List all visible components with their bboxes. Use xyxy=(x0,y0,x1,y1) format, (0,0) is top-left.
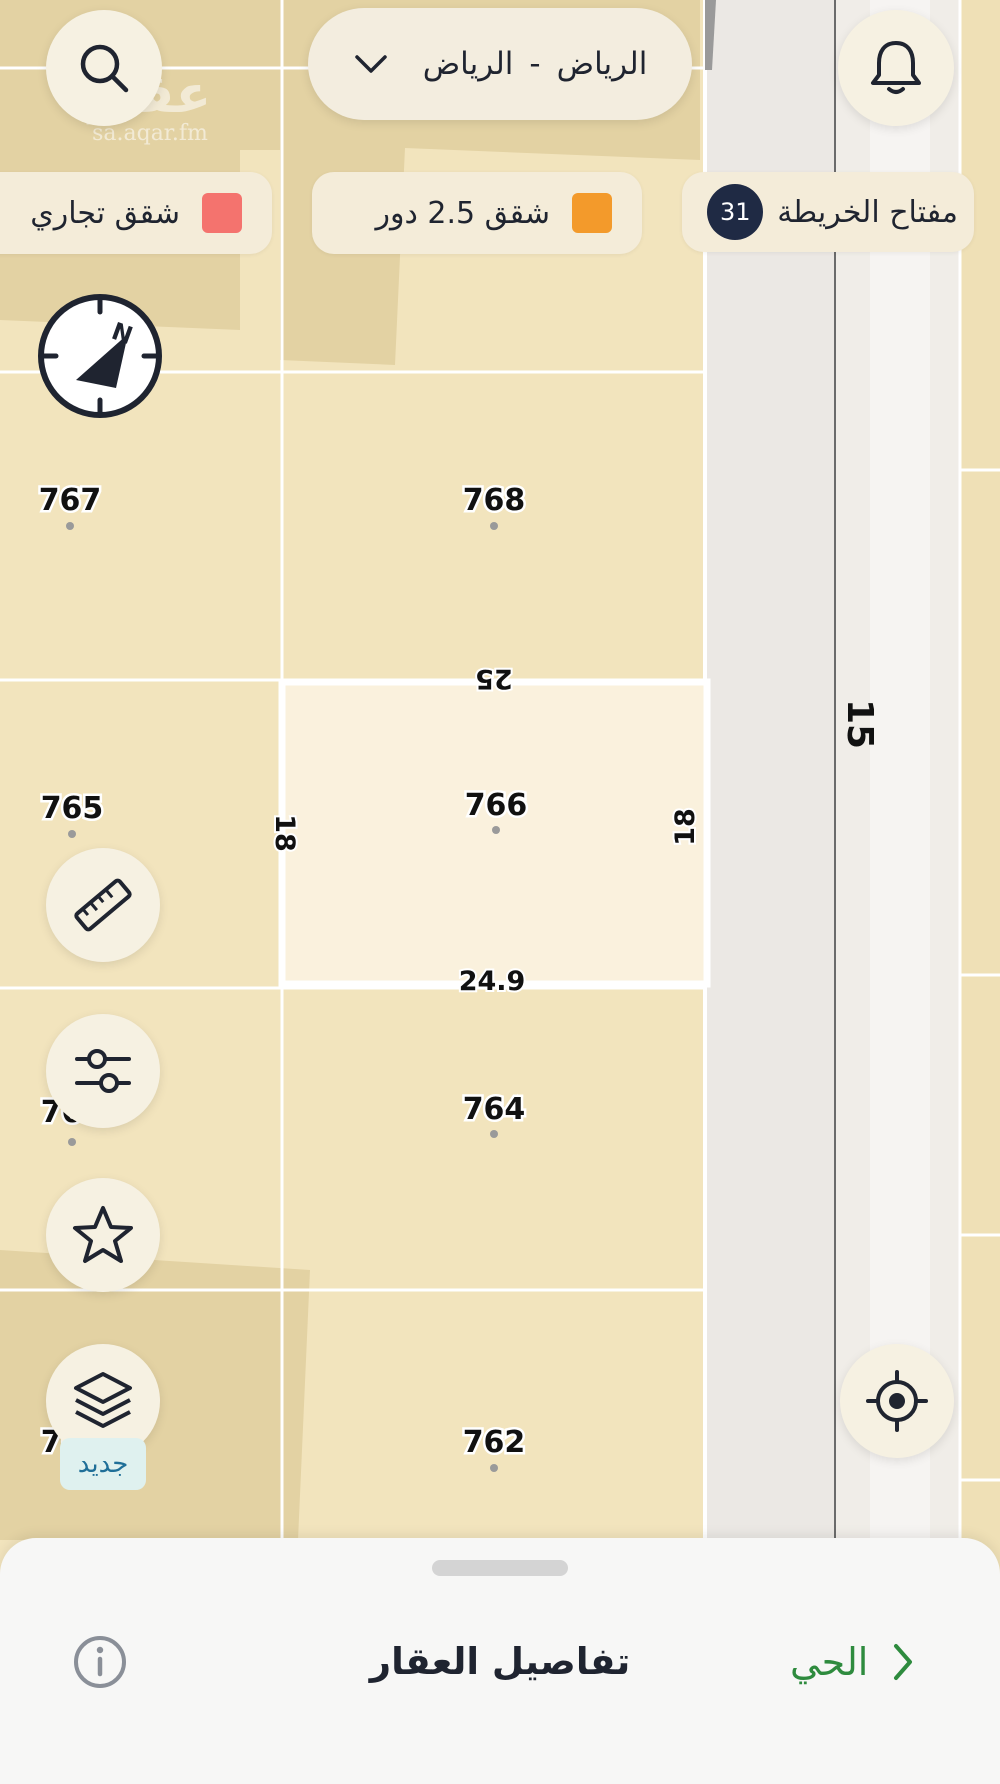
map-key-chip[interactable]: مفتاح الخريطة 31 xyxy=(682,172,974,252)
info-button[interactable] xyxy=(72,1634,128,1690)
location-region: الرياض xyxy=(422,46,514,82)
locate-me-button[interactable] xyxy=(840,1344,954,1458)
ruler-icon xyxy=(74,878,132,932)
sheet-title: تفاصيل العقار xyxy=(369,1640,631,1683)
plot-label-766: 766 xyxy=(465,788,528,823)
compass-icon: N xyxy=(38,294,162,418)
new-badge: جديد xyxy=(60,1438,146,1490)
bell-icon xyxy=(871,41,921,94)
legend-swatch xyxy=(202,193,242,233)
dim-top: 25 xyxy=(475,663,513,694)
sliders-icon xyxy=(75,1049,131,1093)
property-details-sheet[interactable]: تفاصيل العقار الحي xyxy=(0,1538,1000,1784)
search-button[interactable] xyxy=(46,10,162,126)
dim-right: 18 xyxy=(670,808,701,846)
location-city: الرياض xyxy=(556,46,648,82)
plot-label-765: 765 xyxy=(41,791,104,826)
legend-chip-commercial[interactable]: شقق تجاري xyxy=(0,172,272,254)
crosshair-icon xyxy=(866,1370,928,1432)
dim-bottom: 24.9 xyxy=(459,966,526,997)
sheet-drag-handle[interactable] xyxy=(432,1560,568,1576)
measure-button[interactable] xyxy=(46,848,160,962)
district-link[interactable]: الحي xyxy=(790,1632,916,1692)
info-icon xyxy=(74,1636,126,1688)
chevron-down-icon xyxy=(354,55,387,73)
layers-icon xyxy=(74,1372,132,1428)
search-icon xyxy=(80,44,129,93)
star-icon xyxy=(73,1206,133,1263)
compass-button[interactable]: N xyxy=(36,292,164,420)
street-width-label: 15 xyxy=(839,699,880,749)
notifications-button[interactable] xyxy=(838,10,954,126)
plot-label-764: 764 xyxy=(463,1092,526,1127)
filters-button[interactable] xyxy=(46,1014,160,1128)
chevron-right-icon xyxy=(894,1644,913,1680)
legend-label: شقق 2.5 دور xyxy=(375,195,550,231)
plot-label-767: 767 xyxy=(39,483,102,518)
legend-chip-apartments-25[interactable]: شقق 2.5 دور xyxy=(312,172,642,254)
dim-left: 18 xyxy=(269,814,300,852)
legend-label: شقق تجاري xyxy=(30,195,180,231)
map-key-count-badge: 31 xyxy=(707,184,764,240)
map-key-label: مفتاح الخريطة xyxy=(777,194,958,230)
legend-swatch xyxy=(572,193,612,233)
location-separator: - xyxy=(529,46,541,82)
favorites-button[interactable] xyxy=(46,1178,160,1292)
plot-label-762: 762 xyxy=(463,1425,526,1460)
district-link-label: الحي xyxy=(790,1640,869,1684)
plot-label-768: 768 xyxy=(463,483,526,518)
location-selector[interactable]: الرياض - الرياض xyxy=(308,8,692,120)
